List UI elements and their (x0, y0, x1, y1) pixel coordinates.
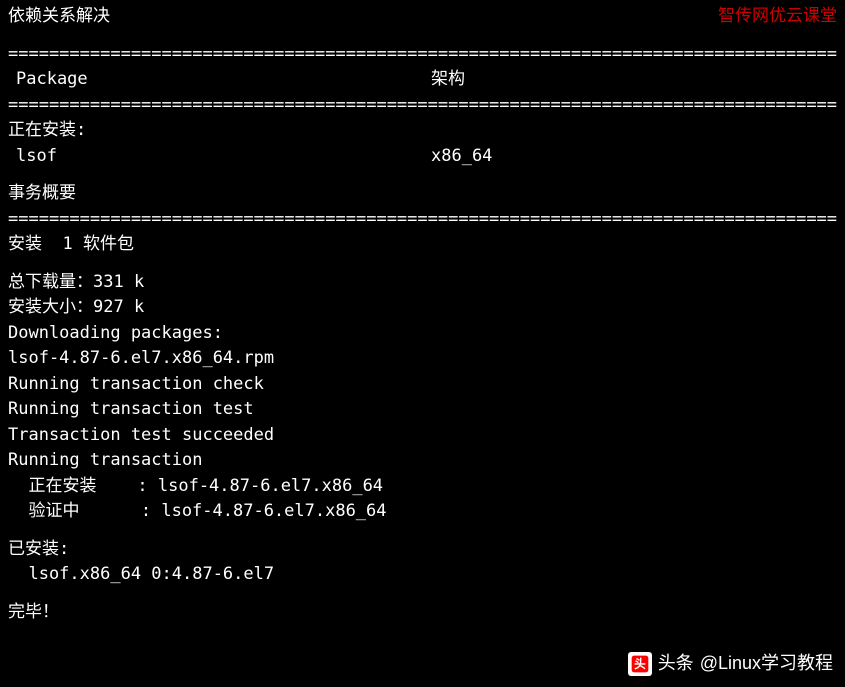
column-header-arch: 架构 (431, 67, 837, 93)
verifying-package-line: 验证中 : lsof-4.87-6.el7.x86_64 (8, 499, 837, 525)
transaction-test: Running transaction test (8, 397, 837, 423)
total-download-size: 总下载量：331 k (8, 270, 837, 296)
watermark-top: 智传网优云课堂 (718, 4, 837, 30)
install-count: 安装 1 软件包 (8, 232, 837, 258)
rpm-filename: lsof-4.87-6.el7.x86_64.rpm (8, 346, 837, 372)
install-size: 安装大小：927 k (8, 295, 837, 321)
installing-package-line: 正在安装 : lsof-4.87-6.el7.x86_64 (8, 474, 837, 500)
transaction-succeeded: Transaction test succeeded (8, 423, 837, 449)
transaction-summary-title: 事务概要 (8, 181, 837, 207)
divider-line: ========================================… (8, 93, 837, 119)
svg-text:头: 头 (634, 657, 646, 671)
divider-line: ========================================… (8, 42, 837, 68)
package-name: lsof (16, 144, 431, 170)
watermark-prefix: 头条 (658, 650, 694, 677)
complete-label: 完毕！ (8, 600, 837, 626)
installing-section-label: 正在安装: (8, 118, 837, 144)
toutiao-icon: 头 (628, 652, 652, 676)
watermark-handle: @Linux学习教程 (700, 650, 833, 677)
installed-label: 已安装: (8, 537, 837, 563)
divider-line: ========================================… (8, 207, 837, 233)
watermark-bottom: 头 头条 @Linux学习教程 (628, 650, 833, 677)
table-header-row: Package 架构 (8, 67, 837, 93)
transaction-check: Running transaction check (8, 372, 837, 398)
installed-package: lsof.x86_64 0:4.87-6.el7 (8, 562, 837, 588)
terminal-header-row: 依赖关系解决 智传网优云课堂 (8, 4, 837, 30)
running-transaction: Running transaction (8, 448, 837, 474)
package-arch: x86_64 (431, 144, 837, 170)
column-header-package: Package (16, 67, 431, 93)
package-row: lsof x86_64 (8, 144, 837, 170)
dependency-resolution-title: 依赖关系解决 (8, 4, 110, 30)
downloading-packages-label: Downloading packages: (8, 321, 837, 347)
